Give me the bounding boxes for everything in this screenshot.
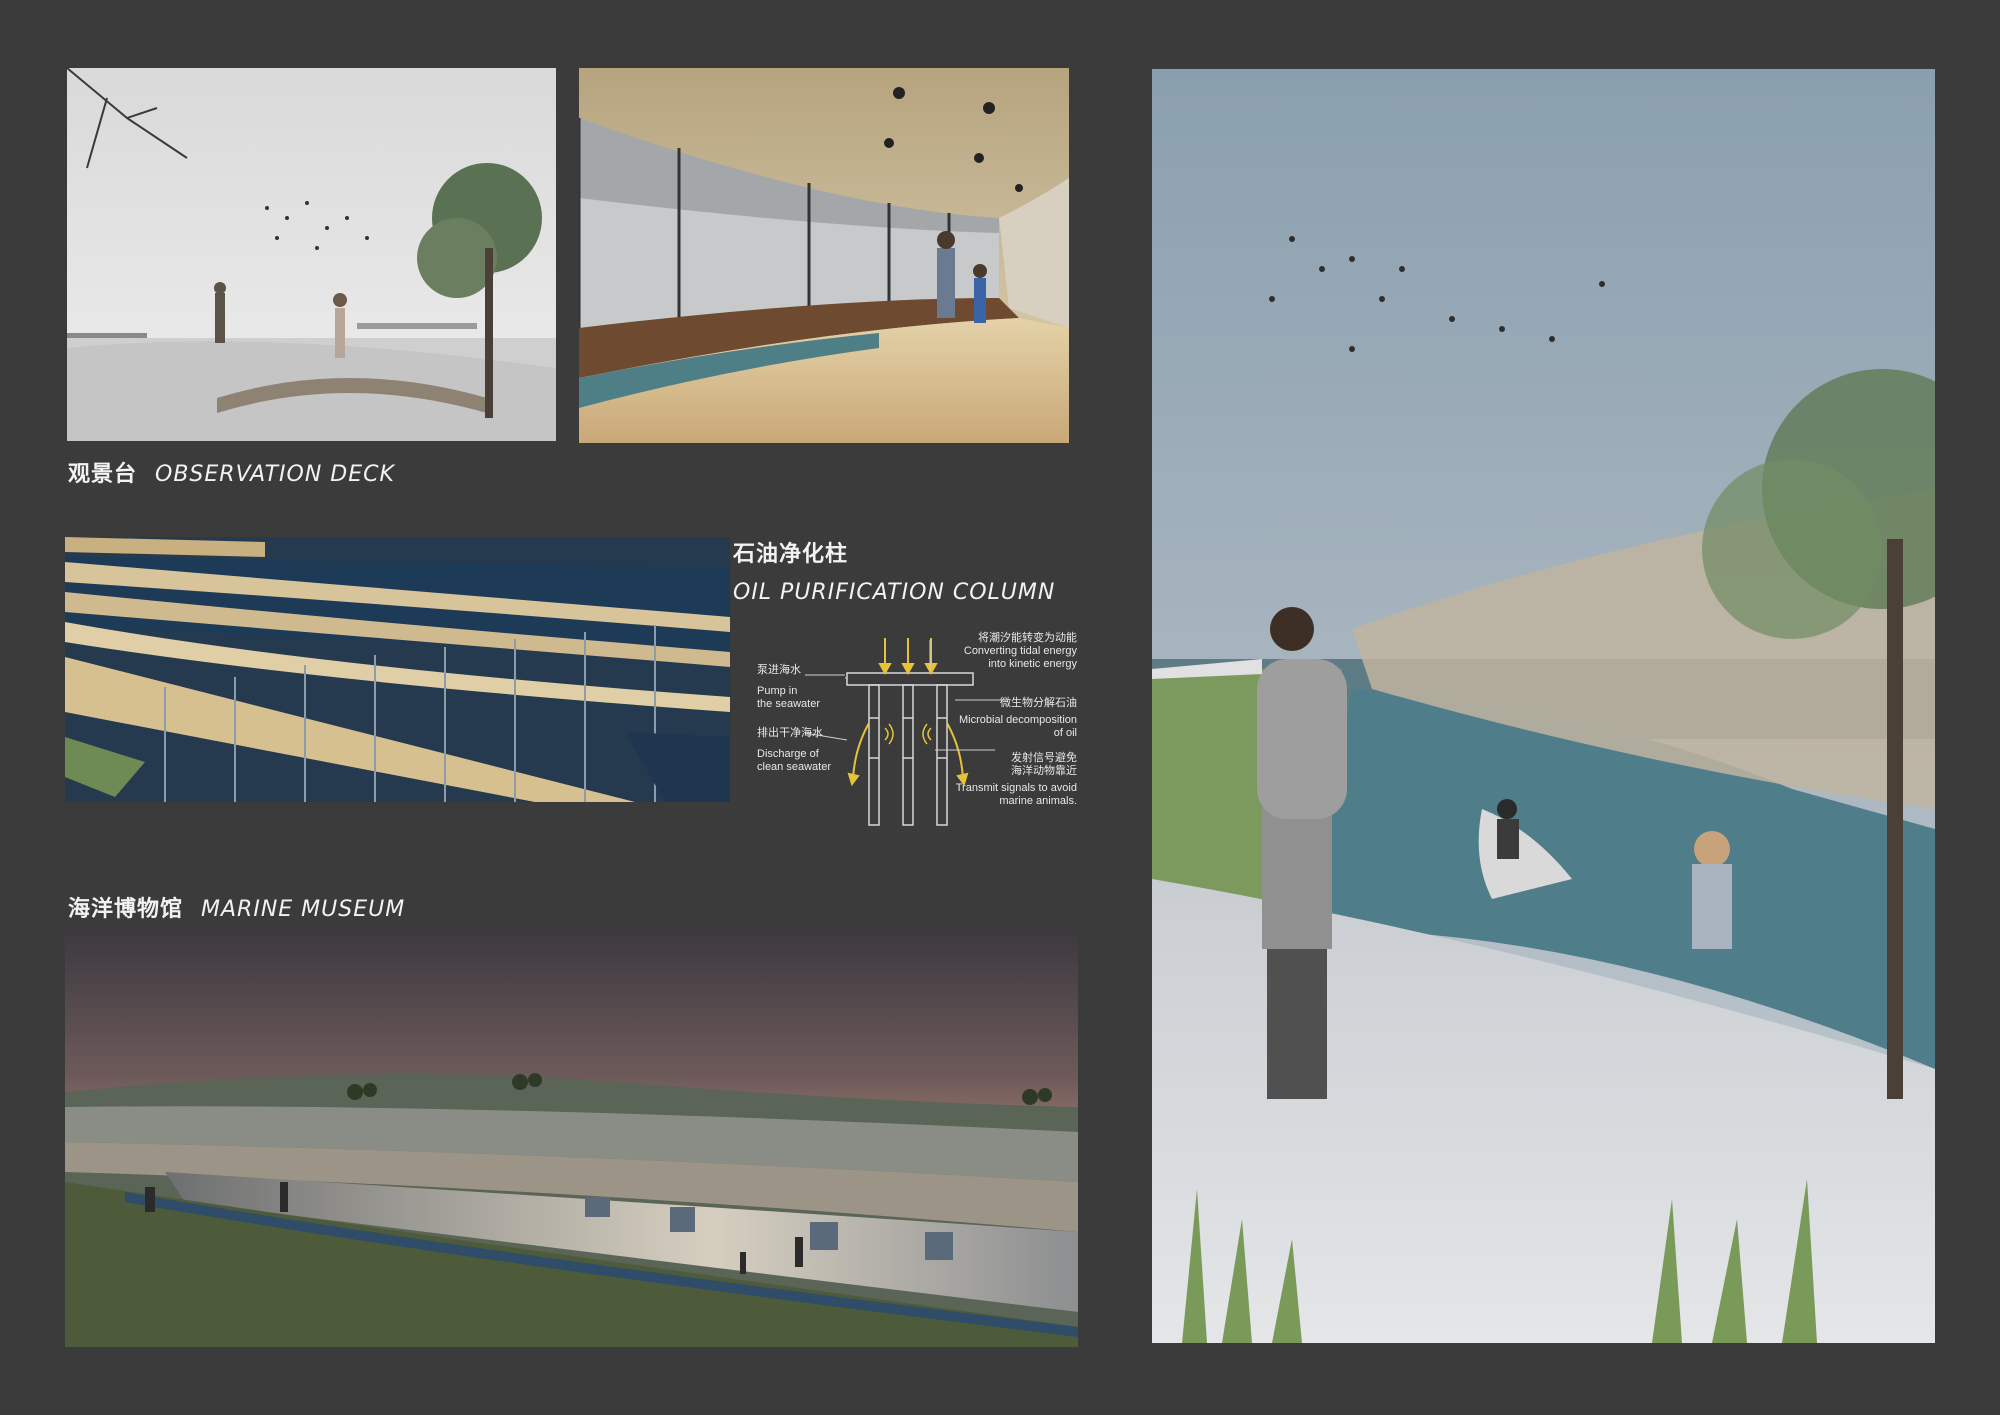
- observation-deck-exterior-image: [67, 68, 556, 441]
- pump-label-en-2: the seawater: [757, 698, 820, 710]
- marine-museum-caption: 海洋博物馆 MARINE MUSEUM: [68, 891, 405, 923]
- pump-label: 泵进海水 Pump in the seawater: [757, 664, 820, 711]
- signal-label: 发射信号避免 海洋动物靠近 Transmit signals to avoid …: [925, 752, 1077, 808]
- tidal-label: 将潮汐能转变为动能 Converting tidal energy into k…: [925, 632, 1077, 671]
- discharge-label: 排出干净海水 Discharge of clean seawater: [757, 727, 831, 774]
- microbial-label-zh: 微生物分解石油: [1000, 697, 1077, 709]
- observation-deck-title-en: OBSERVATION DECK: [155, 462, 395, 487]
- signal-label-zh-1: 发射信号避免: [1011, 752, 1077, 764]
- oil-column-title-zh: 石油净化柱: [733, 542, 849, 567]
- signal-label-en-1: Transmit signals to avoid: [955, 782, 1077, 794]
- tidal-label-en-1: Converting tidal energy: [963, 645, 1077, 657]
- discharge-label-zh: 排出干净海水: [757, 727, 823, 739]
- oil-column-title-en: OIL PURIFICATION COLUMN: [733, 580, 1056, 605]
- signal-label-zh-2: 海洋动物靠近: [1011, 765, 1077, 777]
- discharge-label-en-1: Discharge of: [757, 748, 819, 760]
- microbial-label: 微生物分解石油 Microbial decomposition of oil: [925, 697, 1077, 740]
- discharge-label-en-2: clean seawater: [757, 761, 831, 773]
- marine-museum-title-zh: 海洋博物馆: [68, 897, 184, 922]
- tidal-label-en-2: into kinetic energy: [988, 658, 1077, 670]
- marine-museum-title-en: MARINE MUSEUM: [201, 897, 406, 922]
- pump-label-en-1: Pump in: [757, 685, 798, 697]
- microbial-label-en-1: Microbial decomposition: [959, 714, 1077, 726]
- tidal-label-zh: 将潮汐能转变为动能: [978, 632, 1077, 644]
- marine-museum-image: [65, 932, 1078, 1347]
- observation-deck-caption: 观景台 OBSERVATION DECK: [68, 456, 395, 488]
- oil-column-rendering-image: [65, 537, 730, 802]
- signal-label-en-2: marine animals.: [999, 795, 1077, 807]
- observation-deck-title-zh: 观景台: [68, 462, 138, 487]
- observation-deck-interior-image: [579, 68, 1069, 443]
- waterfront-walk-image: [1152, 69, 1935, 1343]
- pump-label-zh: 泵进海水: [757, 664, 801, 676]
- microbial-label-en-2: of oil: [1053, 727, 1077, 739]
